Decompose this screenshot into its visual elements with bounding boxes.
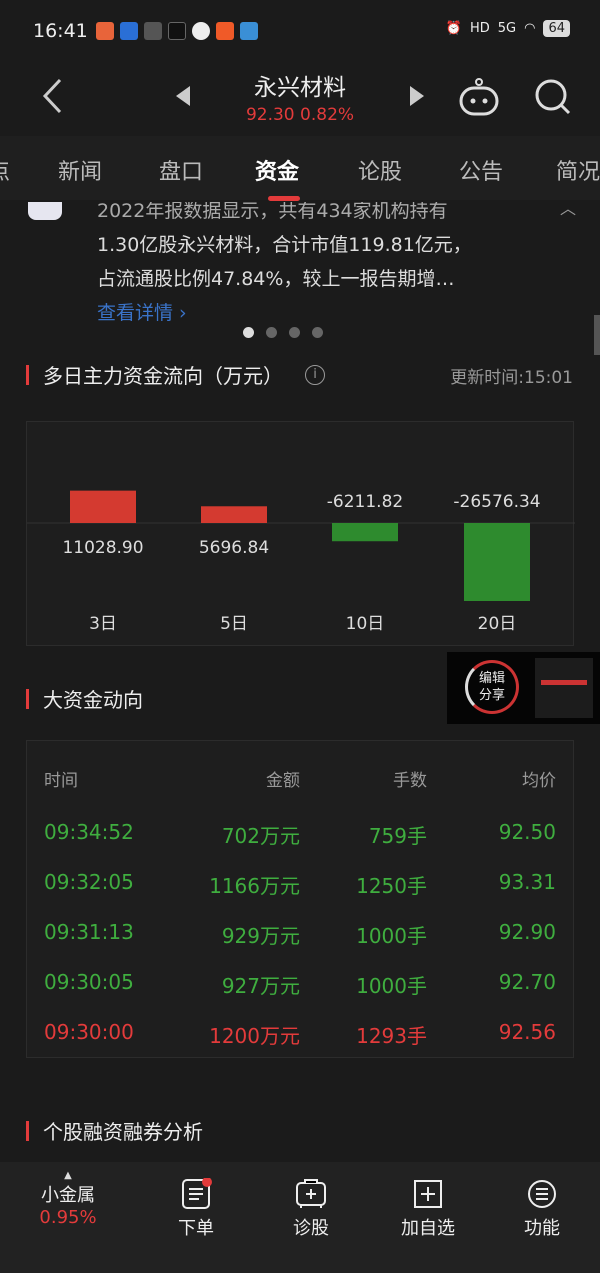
cell-time: 09:32:05 — [44, 870, 134, 894]
alarm-icon: ⏰ — [445, 21, 462, 36]
cell-time: 09:30:00 — [44, 1020, 134, 1044]
fund-flow-chart: 11028.90 3日 5696.84 5日 -6211.82 10日 -26576.34 2… — [26, 421, 575, 646]
status-bar: 16:41 ⏰ HD 5G ◠ 64 — [0, 0, 600, 60]
bar-10日 — [332, 523, 398, 542]
cell-time: 09:31:13 — [44, 920, 134, 944]
share-thumbnail — [535, 658, 593, 718]
tab-orderbook[interactable]: 盘口 — [159, 154, 203, 186]
cell-price: 93.31 — [498, 870, 556, 894]
stock-price: 92.30 0.82% — [245, 105, 355, 125]
cell-lots: 1000手 — [356, 924, 427, 948]
cell-amount: 702万元 — [221, 824, 300, 848]
col-lots: 手数 — [393, 771, 427, 791]
hd-icon: HD — [469, 21, 490, 36]
stock-name: 永兴材料 — [254, 75, 346, 101]
scrollbar[interactable] — [594, 315, 600, 355]
category-label: 5日 — [220, 614, 248, 634]
search-icon[interactable] — [534, 78, 572, 116]
cell-amount: 929万元 — [221, 924, 300, 948]
menu-icon — [528, 1180, 556, 1208]
tab-funds[interactable]: 资金 — [255, 154, 299, 186]
robot-icon[interactable] — [458, 76, 500, 116]
cell-price: 92.70 — [498, 970, 556, 994]
up-arrow-icon: ▲ — [64, 1170, 72, 1181]
tab-news[interactable]: 新闻 — [58, 154, 102, 186]
big-fund-table — [26, 740, 574, 1058]
cell-time: 09:34:52 — [44, 820, 134, 844]
cell-amount: 1166万元 — [209, 874, 300, 898]
diagnose-icon — [296, 1179, 326, 1208]
view-details-link[interactable]: 查看详情 › — [97, 298, 187, 325]
col-amount: 金额 — [266, 771, 300, 791]
signal-icon: 5G — [497, 21, 517, 36]
bar-20日 — [464, 523, 530, 601]
update-time: 更新时间:15:01 — [450, 368, 573, 388]
data-label: -26576.34 — [453, 492, 540, 512]
tab-partial[interactable]: 点 — [0, 154, 10, 186]
order-icon — [182, 1178, 212, 1209]
battery-icon: 64 — [543, 20, 570, 37]
cell-price: 92.50 — [498, 820, 556, 844]
info-icon[interactable]: i — [305, 364, 325, 385]
cell-lots: 1293手 — [356, 1024, 427, 1048]
robot-avatar-icon — [28, 202, 62, 220]
cell-amount: 1200万元 — [209, 1024, 300, 1048]
nav-add-watchlist[interactable]: 加自选 — [390, 1178, 466, 1240]
add-icon — [414, 1180, 442, 1208]
category-label: 20日 — [478, 614, 517, 634]
data-label: 5696.84 — [199, 538, 269, 558]
col-time: 时间 — [44, 771, 78, 791]
section-title: 多日主力资金流向（万元） i — [26, 360, 325, 389]
cell-lots: 759手 — [368, 824, 427, 848]
cell-lots: 1250手 — [356, 874, 427, 898]
cell-price: 92.56 — [498, 1020, 556, 1044]
sector-button[interactable]: ▲ 小金属 0.95% — [28, 1170, 108, 1228]
data-label: 11028.90 — [62, 538, 143, 558]
active-tab-indicator — [268, 196, 300, 201]
nav-diagnose[interactable]: 诊股 — [280, 1178, 342, 1240]
share-button[interactable]: 编辑 分享 — [465, 660, 519, 714]
next-stock-icon[interactable] — [408, 86, 424, 106]
bar-5日 — [201, 506, 267, 523]
category-label: 3日 — [89, 614, 117, 634]
col-price: 均价 — [522, 771, 556, 791]
edit-share-overlay[interactable]: 编辑 分享 — [447, 652, 600, 724]
notification-icons — [96, 22, 258, 40]
status-time: 16:41 — [33, 20, 88, 42]
notice-line: 占流通股比例47.84%，较上一报告期增… — [97, 268, 455, 290]
fund-flow-svg: 11028.90 3日 5696.84 5日 -6211.82 10日 -26576.34 2… — [27, 490, 575, 634]
section-title: 大资金动向 — [26, 684, 143, 713]
nav-order[interactable]: 下单 — [166, 1178, 226, 1240]
data-label: -6211.82 — [327, 492, 403, 512]
carousel-dots[interactable] — [243, 327, 323, 338]
cell-lots: 1000手 — [356, 974, 427, 998]
notice-line: 1.30亿股永兴材料，合计市值119.81亿元， — [97, 234, 472, 256]
cell-time: 09:30:05 — [44, 970, 134, 994]
category-label: 10日 — [346, 614, 385, 634]
section-title: 个股融资融券分析 — [26, 1116, 203, 1145]
cell-amount: 927万元 — [221, 974, 300, 998]
bar-3日 — [70, 490, 136, 523]
tab-announcements[interactable]: 公告 — [459, 154, 503, 186]
nav-functions[interactable]: 功能 — [512, 1178, 572, 1240]
wifi-icon: ◠ — [524, 21, 536, 36]
tab-discussion[interactable]: 论股 — [358, 154, 402, 186]
cell-price: 92.90 — [498, 920, 556, 944]
collapse-icon[interactable]: ︿ — [560, 195, 576, 219]
tab-profile[interactable]: 简况 — [556, 154, 600, 186]
